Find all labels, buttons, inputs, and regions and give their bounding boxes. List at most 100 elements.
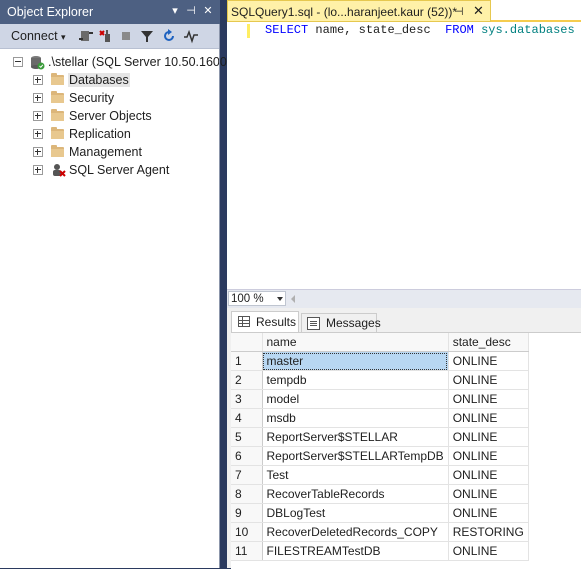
table-row[interactable]: 8 RecoverTableRecords ONLINE (231, 484, 529, 504)
tree-node-label: Security (69, 91, 115, 105)
row-number-cell[interactable]: 5 (231, 427, 263, 447)
object-explorer-title: Object Explorer (7, 5, 94, 19)
row-number-cell[interactable]: 6 (231, 446, 263, 466)
table-row[interactable]: 4 msdb ONLINE (231, 408, 529, 428)
header-row: name state_desc (231, 333, 529, 352)
row-number-cell[interactable]: 1 (231, 351, 263, 371)
chevron-down-icon (277, 297, 283, 301)
row-number-cell[interactable]: 4 (231, 408, 263, 428)
name-cell[interactable]: model (262, 389, 449, 409)
tree-node-label: Databases (68, 73, 130, 87)
query-editor[interactable]: SELECT name, state_desc FROM sys.databas… (227, 22, 581, 289)
object-explorer-toolbar: Connect ▾ (0, 24, 220, 49)
keyword-select: SELECT (265, 23, 309, 37)
row-number-cell[interactable]: 10 (231, 522, 263, 542)
tab-label: Messages (326, 316, 381, 330)
table-row[interactable]: 7 Test ONLINE (231, 465, 529, 485)
close-tab-icon[interactable]: ✕ (473, 3, 484, 19)
name-cell[interactable]: FILESTREAMTestDB (262, 541, 449, 561)
state-desc-cell[interactable]: ONLINE (448, 370, 529, 390)
chevron-down-icon: ▾ (61, 32, 66, 42)
state-desc-cell[interactable]: ONLINE (448, 484, 529, 504)
state-desc-cell[interactable]: ONLINE (448, 408, 529, 428)
folder-icon (50, 90, 66, 106)
table-row[interactable]: 3 model ONLINE (231, 389, 529, 409)
filter-icon[interactable] (139, 28, 155, 44)
zoom-dropdown[interactable]: 100 % (228, 291, 286, 306)
expand-toggle-icon[interactable] (33, 111, 43, 121)
table-row[interactable]: 11 FILESTREAMTestDB ONLINE (231, 541, 529, 561)
panel-divider (219, 24, 220, 568)
name-cell[interactable]: msdb (262, 408, 449, 428)
state-desc-cell[interactable]: ONLINE (448, 541, 529, 561)
refresh-icon[interactable] (161, 28, 177, 44)
state-desc-cell[interactable]: RESTORING (448, 522, 529, 542)
auto-hide-pin-icon[interactable]: ⊣ (184, 4, 198, 18)
state-desc-cell[interactable]: ONLINE (448, 446, 529, 466)
column-header-name[interactable]: name (262, 333, 449, 352)
state-desc-cell[interactable]: ONLINE (448, 351, 529, 371)
server-node-label: .\stellar (SQL Server 10.50.1600.1 (48, 55, 238, 69)
object-explorer-panel: Object Explorer ▾ ⊣ ✕ Connect ▾ .\stella… (0, 0, 237, 568)
pin-tab-icon[interactable]: ⊣ (454, 5, 464, 18)
window-position-dropdown-icon[interactable]: ▾ (168, 4, 182, 18)
state-desc-cell[interactable]: ONLINE (448, 427, 529, 447)
row-number-cell[interactable]: 8 (231, 484, 263, 504)
row-number-cell[interactable]: 2 (231, 370, 263, 390)
connect-label: Connect (11, 29, 58, 43)
column-name: name, (315, 23, 352, 37)
expand-toggle-icon[interactable] (33, 165, 43, 175)
expand-toggle-icon[interactable] (33, 129, 43, 139)
scroll-left-arrow-icon[interactable] (291, 295, 295, 303)
table-row[interactable]: 1 master ONLINE (231, 351, 529, 371)
folder-icon (50, 108, 66, 124)
name-cell[interactable]: Test (262, 465, 449, 485)
name-cell[interactable]: tempdb (262, 370, 449, 390)
row-number-cell[interactable]: 3 (231, 389, 263, 409)
activity-monitor-icon[interactable] (183, 28, 199, 44)
tab-sqlquery1[interactable]: SQLQuery1.sql - (lo...haranjeet.kaur (52… (227, 0, 491, 22)
name-cell[interactable]: master (262, 351, 449, 371)
disconnect-icon[interactable] (97, 28, 113, 44)
tab-results[interactable]: Results (231, 311, 299, 332)
column-header-state-desc[interactable]: state_desc (448, 333, 529, 352)
table-row[interactable]: 6 ReportServer$STELLARTempDB ONLINE (231, 446, 529, 466)
name-cell[interactable]: RecoverTableRecords (262, 484, 449, 504)
name-cell[interactable]: RecoverDeletedRecords_COPY (262, 522, 449, 542)
name-cell[interactable]: ReportServer$STELLARTempDB (262, 446, 449, 466)
table-sys-databases: sys.databases (481, 23, 575, 37)
state-desc-cell[interactable]: ONLINE (448, 503, 529, 523)
results-grid[interactable]: name state_desc 1 master ONLINE 2 tempdb ONLI… (231, 332, 581, 569)
expand-toggle-icon[interactable] (33, 147, 43, 157)
table-row[interactable]: 10 RecoverDeletedRecords_COPY RESTORING (231, 522, 529, 542)
close-panel-icon[interactable]: ✕ (201, 4, 215, 18)
table-row[interactable]: 5 ReportServer$STELLAR ONLINE (231, 427, 529, 447)
table-row[interactable]: 9 DBLogTest ONLINE (231, 503, 529, 523)
row-number-cell[interactable]: 9 (231, 503, 263, 523)
name-cell[interactable]: DBLogTest (262, 503, 449, 523)
state-desc-cell[interactable]: ONLINE (448, 389, 529, 409)
stop-icon[interactable] (118, 28, 134, 44)
connect-object-explorer-icon[interactable] (78, 28, 94, 44)
expand-toggle-icon[interactable] (33, 93, 43, 103)
row-number-cell[interactable]: 7 (231, 465, 263, 485)
horizontal-scrollbar[interactable] (289, 293, 579, 305)
expand-toggle-icon[interactable] (33, 75, 43, 85)
table-row[interactable]: 2 tempdb ONLINE (231, 370, 529, 390)
tree-node-server[interactable]: .\stellar (SQL Server 10.50.1600.1 (0, 53, 237, 71)
tab-messages[interactable]: Messages (301, 313, 381, 332)
query-text-line-1[interactable]: SELECT name, state_desc FROM sys.databas… (265, 23, 575, 37)
collapse-toggle-icon[interactable] (13, 57, 23, 67)
name-cell[interactable]: ReportServer$STELLAR (262, 427, 449, 447)
row-number-header[interactable] (231, 333, 263, 352)
row-number-cell[interactable]: 11 (231, 541, 263, 561)
state-desc-cell[interactable]: ONLINE (448, 465, 529, 485)
object-explorer-tree: .\stellar (SQL Server 10.50.1600.1 Datab… (0, 49, 237, 568)
database-server-icon (29, 54, 45, 70)
object-explorer-title-bar: Object Explorer ▾ ⊣ ✕ (0, 0, 220, 24)
folder-icon (50, 144, 66, 160)
results-grid-icon (238, 316, 250, 327)
connect-button[interactable]: Connect ▾ (11, 29, 66, 43)
tree-node-label: Management (69, 145, 142, 159)
results-pane: Results Messages name state_desc 1 master… (227, 308, 581, 569)
